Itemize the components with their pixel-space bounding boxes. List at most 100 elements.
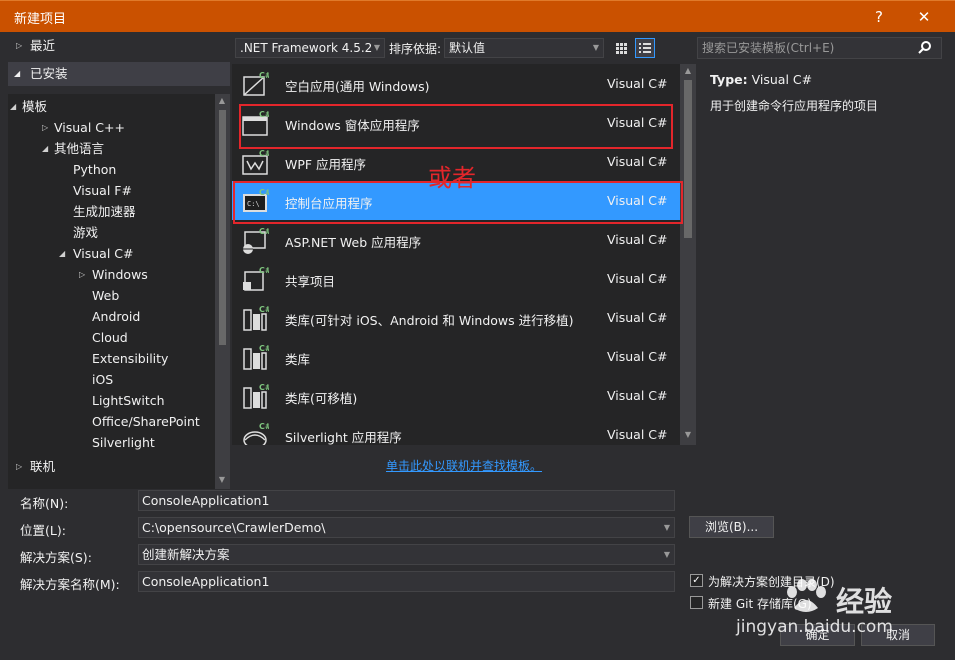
name-field[interactable]: ConsoleApplication1 <box>138 490 675 511</box>
template-language: Visual C# <box>607 76 668 91</box>
tree-item-templates[interactable]: ◢ 模板 <box>10 96 47 117</box>
title-bar: 新建项目 ? ✕ <box>0 0 955 32</box>
tree-installed-label: 已安装 <box>30 66 68 81</box>
tree-item-office-sharepoint[interactable]: Office/SharePoint <box>92 411 200 432</box>
list-view-button[interactable] <box>635 38 655 58</box>
tree-item-python[interactable]: Python <box>73 159 116 180</box>
template-language: Visual C# <box>607 232 668 247</box>
sort-select[interactable]: 默认值 ▼ <box>444 38 604 58</box>
shared-project-icon: C# <box>243 266 269 291</box>
location-value: C:\opensource\CrawlerDemo\ <box>142 520 326 535</box>
template-language: Visual C# <box>607 349 668 364</box>
svg-text:C#: C# <box>259 71 269 80</box>
solution-select[interactable]: 创建新解决方案 ▼ <box>138 544 675 565</box>
sort-label: 排序依据: <box>389 42 442 56</box>
tree-item-visual-cpp[interactable]: ▷ Visual C++ <box>42 117 125 138</box>
annotation-text: 或者 <box>428 164 476 192</box>
scroll-up-icon[interactable]: ▲ <box>215 96 229 105</box>
template-language: Visual C# <box>607 388 668 403</box>
info-type-label: Type: <box>710 72 748 87</box>
template-item[interactable]: C# 类库(可移植) Visual C# <box>232 376 682 415</box>
name-value: ConsoleApplication1 <box>142 493 270 508</box>
blank-app-icon: C# <box>243 71 269 96</box>
template-item[interactable]: C# 空白应用(通用 Windows) Visual C# <box>232 64 682 103</box>
tree-pane: ◢ 模板 ▷ Visual C++ ◢ 其他语言 Python Visual F# 生… <box>8 94 230 489</box>
portable-library-icon: C# <box>243 383 269 409</box>
scroll-down-icon[interactable]: ▼ <box>681 430 695 439</box>
tree-item-cloud[interactable]: Cloud <box>92 327 128 348</box>
info-type: Type: Visual C# <box>710 72 812 87</box>
svg-text:C#: C# <box>259 149 269 158</box>
window-title: 新建项目 <box>14 12 67 27</box>
tree-item-ios[interactable]: iOS <box>92 369 113 390</box>
tree-item-windows[interactable]: ▷ Windows <box>79 264 148 285</box>
tree-item-build-accelerator[interactable]: 生成加速器 <box>73 201 136 222</box>
new-git-checkbox[interactable] <box>690 596 703 609</box>
silverlight-app-icon: C# <box>243 422 269 445</box>
template-name: Silverlight 应用程序 <box>285 430 402 445</box>
tree-item-visual-fsharp[interactable]: Visual F# <box>73 180 132 201</box>
class-library-icon: C# <box>243 344 269 370</box>
grid-view-button[interactable] <box>611 38 631 58</box>
template-language: Visual C# <box>607 427 668 442</box>
tree-online[interactable]: ▷ 联机 <box>8 455 230 479</box>
template-language: Visual C# <box>607 271 668 286</box>
chevron-down-icon: ▼ <box>373 43 380 52</box>
template-name: WPF 应用程序 <box>285 157 367 172</box>
browse-button[interactable]: 浏览(B)... <box>689 516 774 538</box>
svg-text:C#: C# <box>259 344 269 353</box>
tree-item-other-languages[interactable]: ◢ 其他语言 <box>42 138 104 159</box>
location-field[interactable]: C:\opensource\CrawlerDemo\ ▼ <box>138 517 675 538</box>
chevron-down-icon[interactable]: ▼ <box>664 518 670 537</box>
tree-recent[interactable]: ▷ 最近 <box>8 34 230 58</box>
scroll-up-icon[interactable]: ▲ <box>681 66 695 75</box>
tree-item-web[interactable]: Web <box>92 285 119 306</box>
help-button[interactable]: ? <box>864 5 894 29</box>
template-item[interactable]: C# 类库(可针对 iOS、Android 和 Windows 进行移植) Visu… <box>232 298 682 337</box>
collapse-arrow-icon: ◢ <box>14 69 21 78</box>
tree-installed[interactable]: ◢ 已安装 <box>8 62 230 86</box>
tree-item-silverlight[interactable]: Silverlight <box>92 432 155 453</box>
expand-arrow-icon: ▷ <box>79 270 86 279</box>
collapse-arrow-icon: ◢ <box>42 144 49 153</box>
list-view-icon <box>639 43 651 53</box>
highlight-box-windows-forms <box>239 104 673 149</box>
collapse-arrow-icon: ◢ <box>59 249 66 258</box>
expand-arrow-icon: ▷ <box>16 462 23 471</box>
solution-value: 创建新解决方案 <box>142 547 230 562</box>
template-name: 类库 <box>285 352 311 367</box>
grid-view-icon <box>616 43 627 54</box>
online-templates-link[interactable]: 单击此处以联机并查找模板。 <box>386 457 542 474</box>
template-item[interactable]: C# Silverlight 应用程序 Visual C# <box>232 415 682 445</box>
template-language: Visual C# <box>607 310 668 325</box>
framework-select[interactable]: .NET Framework 4.5.2 ▼ <box>235 38 385 58</box>
tree-online-label: 联机 <box>30 459 56 474</box>
template-item[interactable]: C# 类库 Visual C# <box>232 337 682 376</box>
name-label: 名称(N): <box>20 496 69 511</box>
sort-value: 默认值 <box>449 41 486 55</box>
solution-name-field[interactable]: ConsoleApplication1 <box>138 571 675 592</box>
tree-scrollbar[interactable]: ▲ ▼ <box>215 94 230 489</box>
tree-item-extensibility[interactable]: Extensibility <box>92 348 168 369</box>
template-scrollbar[interactable]: ▲ ▼ <box>680 64 696 445</box>
solution-label: 解决方案(S): <box>20 550 92 565</box>
template-name: 类库(可针对 iOS、Android 和 Windows 进行移植) <box>285 313 574 328</box>
search-placeholder: 搜索已安装模板(Ctrl+E) <box>702 41 835 55</box>
tree-item-visual-csharp[interactable]: ◢ Visual C# <box>59 243 134 264</box>
tree-item-games[interactable]: 游戏 <box>73 222 98 243</box>
baidu-paw-icon <box>787 579 826 612</box>
search-icon[interactable] <box>917 41 933 55</box>
template-tree: ▷ 最近 ◢ 已安装 ◢ 模板 ▷ Visual C++ ◢ 其他语言 Python … <box>8 34 230 489</box>
tree-item-android[interactable]: Android <box>92 306 140 327</box>
template-scroll-thumb[interactable] <box>684 80 692 238</box>
template-item[interactable]: C# 共享项目 Visual C# <box>232 259 682 298</box>
search-input[interactable]: 搜索已安装模板(Ctrl+E) <box>697 37 942 59</box>
template-item[interactable]: C# ASP.NET Web 应用程序 Visual C# <box>232 220 682 259</box>
tree-scroll-thumb[interactable] <box>219 110 226 345</box>
tree-recent-label: 最近 <box>30 38 56 53</box>
close-button[interactable]: ✕ <box>909 5 939 29</box>
framework-value: .NET Framework 4.5.2 <box>240 41 373 55</box>
tree-item-lightswitch[interactable]: LightSwitch <box>92 390 165 411</box>
svg-text:C#: C# <box>259 383 269 392</box>
create-directory-checkbox[interactable]: ✓ <box>690 574 703 587</box>
